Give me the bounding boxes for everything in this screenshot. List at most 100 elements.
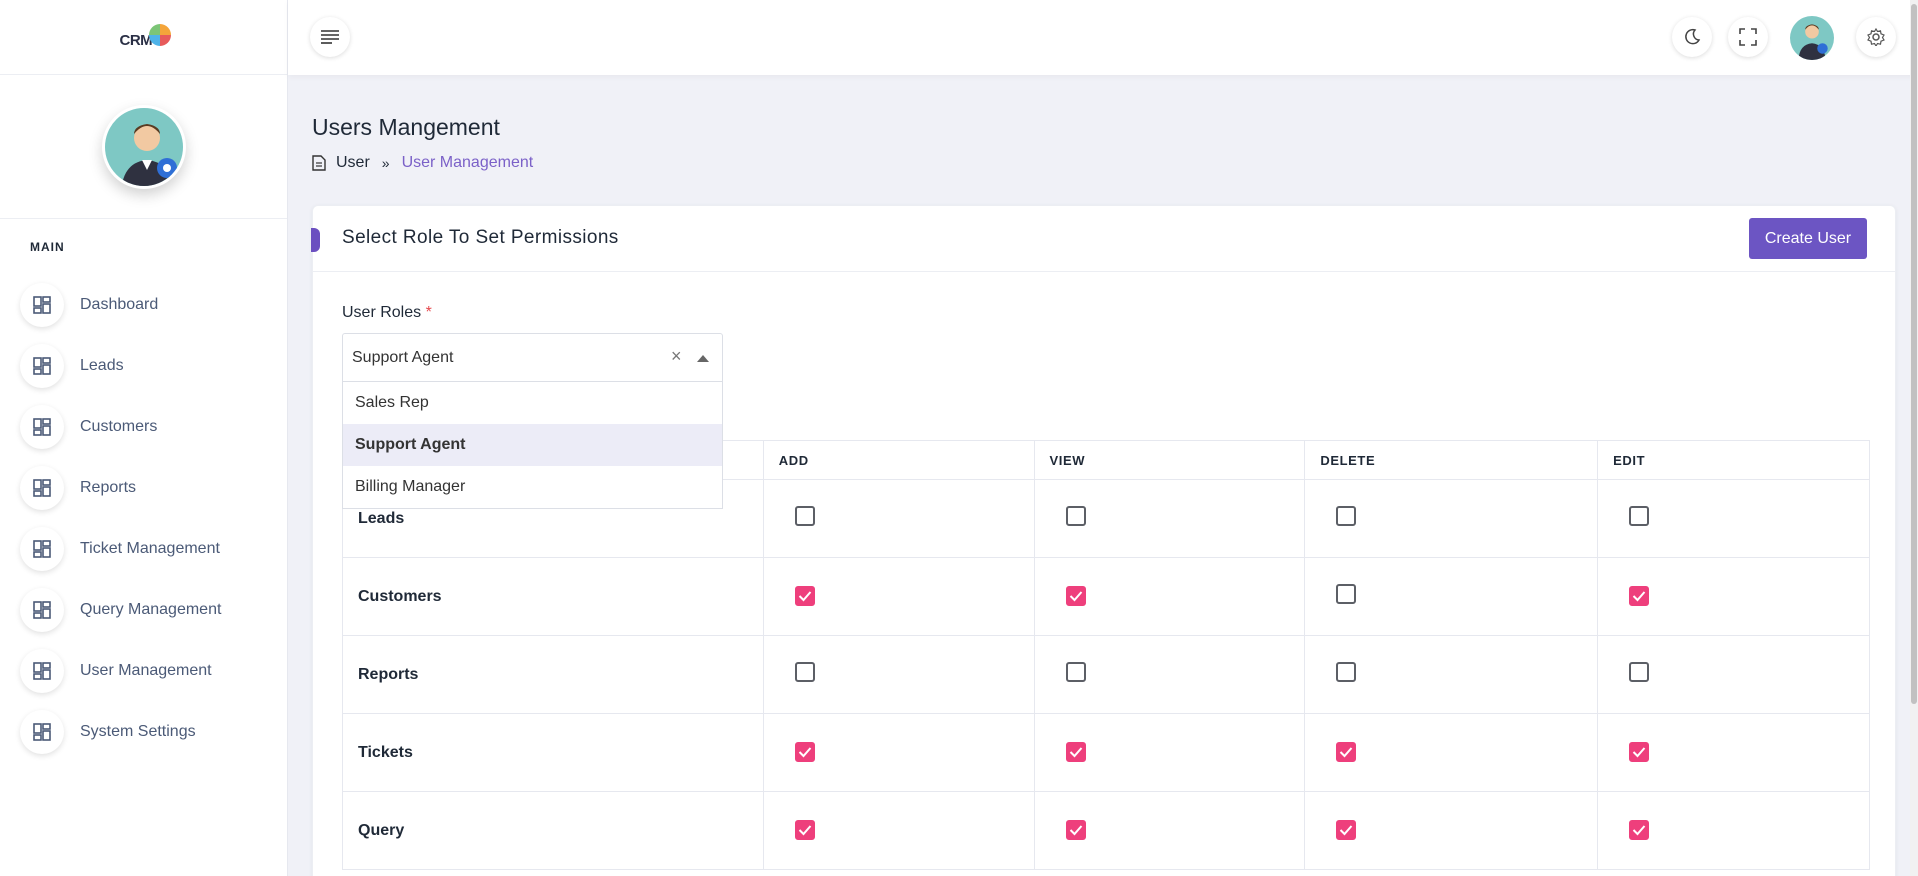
user-roles-label-text: User Roles	[342, 304, 422, 321]
grid-icon	[20, 648, 64, 693]
checkbox-delete[interactable]	[1336, 584, 1357, 604]
page-scrollbar[interactable]	[1910, 0, 1918, 876]
caret-up-icon[interactable]	[697, 355, 709, 362]
sidebar-profile	[0, 75, 287, 219]
sidebar-item-label: Leads	[80, 356, 124, 374]
checkbox-add[interactable]	[794, 820, 815, 840]
checkbox-view[interactable]	[1065, 662, 1086, 682]
row-module-name: Tickets	[342, 713, 764, 792]
permission-cell-delete	[1304, 479, 1599, 558]
checkbox-add[interactable]	[794, 506, 815, 526]
dropdown-option-sales-rep[interactable]: Sales Rep	[343, 382, 722, 424]
grid-icon	[20, 282, 64, 327]
permission-cell-view	[1033, 791, 1306, 870]
scrollbar-thumb[interactable]	[1911, 4, 1917, 704]
sidebar-item-user-management[interactable]: User Management	[20, 640, 280, 701]
permission-cell-delete	[1304, 713, 1599, 792]
fullscreen-icon	[1739, 28, 1757, 46]
checkbox-view[interactable]	[1065, 586, 1086, 606]
checkbox-delete[interactable]	[1336, 662, 1357, 682]
sidebar-item-label: Ticket Management	[80, 539, 220, 557]
permission-cell-edit	[1597, 557, 1870, 636]
dropdown-option-billing-manager[interactable]: Billing Manager	[343, 466, 722, 508]
dark-mode-button[interactable]	[1672, 17, 1712, 57]
checkbox-edit[interactable]	[1629, 742, 1650, 762]
check-icon	[1632, 825, 1646, 836]
create-user-button[interactable]: Create User	[1749, 218, 1867, 259]
document-icon	[312, 155, 326, 171]
permission-cell-view	[1033, 479, 1306, 558]
required-mark: *	[425, 304, 432, 321]
user-roles-select[interactable]: Support Agent ×	[342, 333, 723, 382]
sidebar-item-label: Reports	[80, 478, 137, 496]
checkbox-add[interactable]	[794, 662, 815, 682]
check-icon	[1632, 591, 1646, 602]
check-icon	[1632, 747, 1646, 758]
permission-cell-view	[1033, 713, 1306, 792]
checkbox-view[interactable]	[1065, 742, 1086, 762]
permission-cell-add	[762, 635, 1035, 714]
grid-icon	[20, 526, 64, 571]
crm-logo: CRM	[114, 20, 174, 54]
permission-cell-add	[762, 479, 1035, 558]
permission-cell-edit	[1597, 635, 1870, 714]
sidebar-item-label: System Settings	[80, 722, 196, 740]
sidebar-item-query-management[interactable]: Query Management	[20, 579, 280, 640]
sidebar-item-reports[interactable]: Reports	[20, 457, 280, 518]
fullscreen-button[interactable]	[1728, 17, 1768, 57]
sidebar-item-ticket-management[interactable]: Ticket Management	[20, 518, 280, 579]
card-header: Select Role To Set Permissions Create Us…	[311, 206, 1895, 272]
double-chevron-right-icon: »	[381, 155, 390, 171]
checkbox-view[interactable]	[1065, 506, 1086, 526]
card-title: Select Role To Set Permissions	[342, 227, 619, 248]
page-title: Users Mangement	[312, 114, 500, 140]
checkbox-edit[interactable]	[1629, 586, 1650, 606]
card-accent-bar	[311, 228, 320, 252]
checkbox-add[interactable]	[794, 742, 815, 762]
permissions-card: Select Role To Set Permissions Create Us…	[311, 205, 1896, 876]
checkbox-delete[interactable]	[1336, 506, 1357, 526]
checkbox-edit[interactable]	[1629, 820, 1650, 840]
settings-button[interactable]	[1856, 17, 1896, 57]
logo-pie-icon	[148, 24, 171, 46]
permission-cell-edit	[1597, 791, 1870, 870]
grid-icon	[20, 404, 64, 449]
check-icon	[1340, 825, 1353, 836]
header-avatar[interactable]	[1790, 16, 1834, 60]
dropdown-option-support-agent[interactable]: Support Agent	[343, 424, 722, 466]
row-module-name: Reports	[342, 635, 764, 714]
user-roles-dropdown: Sales Rep Support Agent Billing Manager	[342, 382, 723, 509]
clear-icon[interactable]: ×	[671, 346, 682, 367]
table-row: Query	[342, 791, 1870, 870]
breadcrumb: User » User Management	[312, 154, 533, 172]
sidebar-item-dashboard[interactable]: Dashboard	[20, 274, 280, 335]
check-icon	[1069, 825, 1082, 836]
permission-cell-add	[762, 713, 1035, 792]
logo[interactable]: CRM	[0, 0, 287, 75]
checkbox-edit[interactable]	[1629, 662, 1650, 682]
gear-icon	[1867, 28, 1885, 46]
checkbox-add[interactable]	[794, 586, 815, 606]
checkbox-delete[interactable]	[1336, 742, 1357, 762]
check-icon	[1340, 747, 1353, 758]
checkbox-delete[interactable]	[1336, 820, 1357, 840]
checkbox-edit[interactable]	[1629, 506, 1650, 526]
table-row: Customers	[342, 557, 1870, 636]
logo-text: CRM	[119, 32, 153, 49]
permission-cell-delete	[1304, 557, 1599, 636]
table-row: Reports	[342, 635, 1870, 714]
sidebar-item-system-settings[interactable]: System Settings	[20, 701, 280, 762]
permission-cell-delete	[1304, 635, 1599, 714]
avatar[interactable]	[101, 104, 186, 189]
permission-cell-edit	[1597, 713, 1870, 792]
check-icon	[798, 825, 811, 836]
menu-toggle-button[interactable]	[310, 17, 350, 57]
breadcrumb-root[interactable]: User	[336, 154, 370, 172]
row-module-name: Customers	[342, 557, 764, 636]
permission-cell-edit	[1597, 479, 1870, 558]
sidebar-item-leads[interactable]: Leads	[20, 335, 280, 396]
breadcrumb-current: User Management	[401, 154, 534, 171]
column-header-add: ADD	[762, 440, 1035, 480]
sidebar-item-customers[interactable]: Customers	[20, 396, 280, 457]
checkbox-view[interactable]	[1065, 820, 1086, 840]
